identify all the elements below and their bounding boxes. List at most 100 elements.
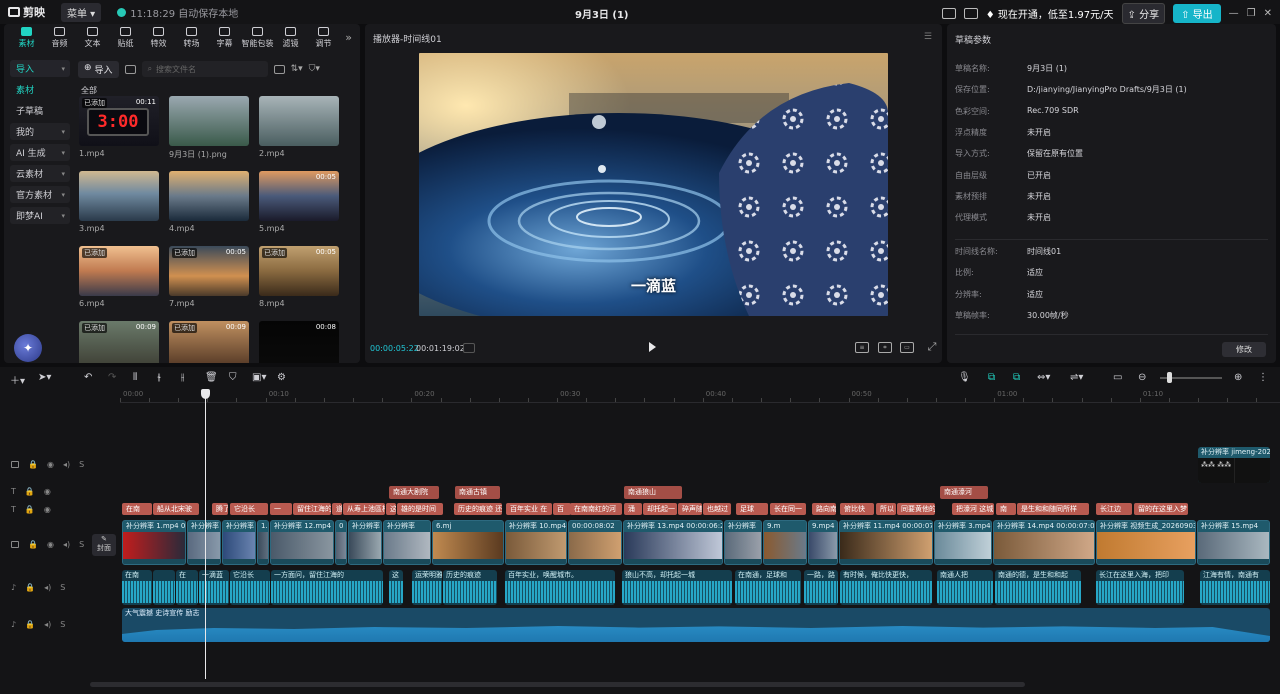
- preview-axis-icon[interactable]: ⇌▾: [1070, 372, 1083, 383]
- voice-clip[interactable]: 狼山不高，却托起一城: [622, 570, 732, 605]
- import-button[interactable]: ⊕ 导入: [78, 60, 119, 78]
- video-clip[interactable]: 补分辨率 10.mp4: [505, 520, 567, 565]
- solo-icon[interactable]: S: [79, 460, 84, 469]
- text-clip[interactable]: 也越过: [703, 503, 731, 515]
- zoom-slider-handle[interactable]: [1167, 372, 1172, 383]
- voice-clip[interactable]: 在南通，足球和: [735, 570, 801, 605]
- voice-clip[interactable]: 南通人把: [937, 570, 993, 605]
- media-thumbnail[interactable]: 3:00 已添加 00:11: [79, 96, 159, 146]
- ai-assistant-icon[interactable]: ✦: [14, 334, 42, 362]
- sidenav-item-4[interactable]: AI 生成 ▾: [10, 144, 70, 161]
- video-clip[interactable]: 补分辨率 15.mp4: [1197, 520, 1270, 565]
- text-clip[interactable]: 长江边: [1096, 503, 1132, 515]
- media-item[interactable]: 00:05 5.mp4: [259, 171, 339, 233]
- speaker-icon[interactable]: ◂): [63, 460, 70, 469]
- voice-clip[interactable]: 百年实业，唤醒城市。: [505, 570, 615, 605]
- voice-clip[interactable]: 这: [389, 570, 403, 605]
- media-thumbnail[interactable]: [259, 96, 339, 146]
- media-item[interactable]: 4.mp4: [169, 171, 249, 233]
- video-clip[interactable]: 补分辨率 13.mp4 00:00:06:2: [623, 520, 723, 565]
- snap-icon[interactable]: ⇔▾: [1037, 372, 1050, 383]
- tool-tab-5[interactable]: 转场: [175, 24, 208, 49]
- text-clip[interactable]: 道: [332, 503, 342, 515]
- voice-clip[interactable]: 一路，路: [804, 570, 838, 605]
- zoom-out-icon[interactable]: ⊖: [1138, 372, 1146, 383]
- sidenav-item-5[interactable]: 云素材 ▾: [10, 165, 70, 182]
- video-preview[interactable]: 一滴蓝: [419, 53, 888, 316]
- add-track-icon[interactable]: ＋▾: [10, 372, 25, 387]
- video-clip[interactable]: 补分辨率: [724, 520, 762, 565]
- tool-tab-9[interactable]: 调节: [307, 24, 340, 49]
- split-left-icon[interactable]: ⫳: [157, 372, 161, 383]
- video-clip[interactable]: 1.: [257, 520, 269, 565]
- speaker-icon[interactable]: ◂): [63, 540, 70, 549]
- eye-icon[interactable]: ◉: [44, 505, 51, 514]
- sidenav-item-1[interactable]: 素材: [10, 81, 70, 98]
- overlay-clip[interactable]: 补分辨率 jimeng-202 ⁂⁂ ⁂⁂: [1198, 447, 1270, 483]
- media-thumbnail[interactable]: [79, 171, 159, 221]
- voice-clip[interactable]: [153, 570, 175, 605]
- video-clip[interactable]: 补分辨率 11.mp4 00:00:07: [839, 520, 933, 565]
- lock-icon[interactable]: 🔒: [28, 540, 38, 549]
- play-button[interactable]: [649, 342, 656, 352]
- eye-icon[interactable]: ◉: [47, 540, 54, 549]
- text-clip[interactable]: 碎声随: [678, 503, 702, 515]
- magnet-icon[interactable]: ⧉: [1013, 372, 1020, 383]
- video-clip[interactable]: 9.m: [763, 520, 807, 565]
- text-clip[interactable]: 长在同一: [770, 503, 806, 515]
- video-clip[interactable]: 补分辨率: [348, 520, 382, 565]
- tool-tab-0[interactable]: 素材: [10, 24, 43, 49]
- voice-clip[interactable]: 它沿长: [230, 570, 270, 605]
- delete-icon[interactable]: 🗑: [205, 372, 218, 383]
- video-clip[interactable]: 补分辨率 12.mp4: [270, 520, 334, 565]
- playhead-handle[interactable]: [201, 389, 210, 399]
- text-clip[interactable]: 所以: [876, 503, 896, 515]
- media-item[interactable]: 9月3日 (1).png: [169, 96, 249, 160]
- solo-icon[interactable]: S: [79, 540, 84, 549]
- video-clip[interactable]: 补分辨率 3.mp4: [934, 520, 992, 565]
- layout-icon[interactable]: [963, 8, 978, 19]
- voice-clip[interactable]: 长江在这里入海，把印: [1096, 570, 1184, 605]
- close-icon[interactable]: ✕: [1264, 8, 1272, 19]
- tool-tab-8[interactable]: 滤镜: [274, 24, 307, 49]
- video-clip[interactable]: 00:00:08:02: [568, 520, 622, 565]
- tool-tab-2[interactable]: 文本: [76, 24, 109, 49]
- title-clip[interactable]: 南通濠河: [940, 486, 988, 499]
- quality-icon[interactable]: ≡: [855, 342, 869, 353]
- text-clip[interactable]: 它沿长: [230, 503, 268, 515]
- ai-tool-icon[interactable]: ⚙: [277, 372, 286, 383]
- split-right-icon[interactable]: ⫲: [181, 372, 184, 383]
- more-icon[interactable]: ⋮: [1258, 372, 1268, 383]
- time-ruler[interactable]: 00:00 00:10 00:20 00:30 00:40 00:50 01:00 01:10: [120, 389, 1280, 403]
- menu-button[interactable]: 菜单 ▾: [61, 2, 102, 22]
- voice-clip[interactable]: 南通的德，是生和和起: [995, 570, 1081, 605]
- undo-icon[interactable]: ↶: [84, 372, 92, 383]
- text-clip[interactable]: 雄的是时间: [397, 503, 443, 515]
- text-clip[interactable]: 船从北宋驶: [153, 503, 199, 515]
- voice-clip[interactable]: 运荣明雅: [412, 570, 442, 605]
- microphone-icon[interactable]: 🎙: [958, 372, 971, 383]
- video-clip[interactable]: 补分辨率 1.mp4 0: [122, 520, 186, 565]
- lock-icon[interactable]: 🔒: [25, 487, 35, 496]
- expand-chevron-icon[interactable]: »: [345, 31, 352, 44]
- text-clip[interactable]: 百: [553, 503, 571, 515]
- media-thumbnail[interactable]: [169, 171, 249, 221]
- cover-button[interactable]: ✎ 封面: [92, 534, 116, 556]
- sidenav-item-7[interactable]: 即梦AI ▾: [10, 207, 70, 224]
- text-clip[interactable]: 历史的痕迹 还: [454, 503, 502, 515]
- split-icon[interactable]: ⫴: [133, 372, 137, 383]
- text-clip[interactable]: 南: [996, 503, 1016, 515]
- fullscreen-icon[interactable]: ⤢: [925, 341, 939, 353]
- ratio-icon[interactable]: ▭: [900, 342, 914, 353]
- text-clip[interactable]: 却托起一: [643, 503, 677, 515]
- share-button[interactable]: ⇪ 分享: [1121, 3, 1166, 24]
- vip-promo[interactable]: ♦ 现在开通，低至1.97元/天: [986, 6, 1114, 21]
- media-thumbnail[interactable]: 已添加 00:05: [169, 246, 249, 296]
- lock-icon[interactable]: 🔒: [28, 460, 38, 469]
- sidenav-item-3[interactable]: 我的 ▾: [10, 123, 70, 140]
- grid-view-icon[interactable]: [124, 64, 136, 74]
- sidenav-item-2[interactable]: 子草稿: [10, 102, 70, 119]
- media-item[interactable]: 已添加 00:09: [169, 321, 249, 363]
- media-thumbnail[interactable]: 已添加 00:05: [259, 246, 339, 296]
- media-item[interactable]: 已添加 00:09: [79, 321, 159, 363]
